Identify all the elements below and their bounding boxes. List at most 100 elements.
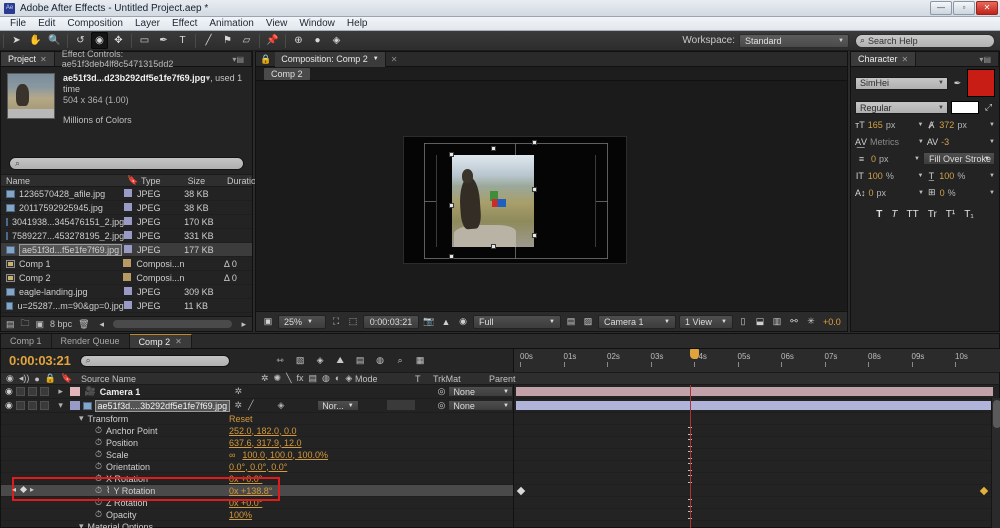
property-track-row[interactable] [514, 413, 1000, 425]
property-name-cell[interactable]: ⏱ Orientation [95, 461, 229, 472]
quality-icon[interactable]: ╱ [248, 400, 253, 411]
chevron-down-icon[interactable]: ▼ [989, 122, 995, 128]
tab-character[interactable]: Character ✕ [851, 52, 917, 66]
file-label-swatch[interactable] [123, 244, 137, 255]
view-layout-select[interactable]: 1 View ▼ [679, 314, 733, 329]
column-duration[interactable]: Duration [222, 176, 261, 186]
effects-icon[interactable]: fx [297, 373, 304, 384]
camera-layer-bar-row[interactable] [514, 385, 1000, 399]
stopwatch-icon[interactable]: ⏱ [95, 449, 102, 460]
column-name[interactable]: Name [1, 176, 122, 186]
timeline-search-input[interactable]: ⌕ [79, 354, 230, 367]
lock-toggle[interactable] [39, 387, 49, 396]
stopwatch-icon[interactable]: ⏱ [95, 485, 102, 496]
project-file-row[interactable]: Comp 1 Composi...n Δ 0 [1, 257, 252, 271]
audio-icon[interactable]: ◂)) [19, 373, 30, 384]
bit-depth-label[interactable]: 8 bpc [50, 319, 72, 329]
property-row[interactable]: ⏱ X Rotation 0x +0.0° [1, 473, 513, 485]
horizontal-scrollbar[interactable] [113, 320, 233, 328]
motion-blur-toggle-icon[interactable]: ◍ [374, 354, 387, 367]
tab-render-queue[interactable]: Render Queue [51, 334, 130, 348]
menu-layer[interactable]: Layer [129, 17, 166, 30]
menu-animation[interactable]: Animation [203, 17, 259, 30]
project-file-row[interactable]: 3041938...345476151_2.jpg JPEG 170 KB [1, 215, 252, 229]
comp-flowchart-icon[interactable]: ⚯ [787, 315, 801, 329]
track-matte-select[interactable] [387, 399, 416, 410]
shy-toggle-icon[interactable]: ✲ [235, 400, 243, 411]
property-name-cell[interactable]: ⏱ Z Rotation [95, 497, 229, 508]
timeline-graph-area[interactable] [513, 385, 1000, 528]
three-d-icon[interactable]: ◈ [345, 373, 352, 384]
small-caps-button[interactable]: Tr [928, 209, 937, 220]
file-name-cell[interactable]: Comp 1 [1, 259, 123, 269]
axis-mode-icon[interactable]: ⊕ [290, 32, 307, 49]
minimize-button[interactable]: — [930, 1, 952, 15]
superscript-button[interactable]: T¹ [946, 209, 955, 220]
property-value-cell[interactable]: 0x +138.8° [229, 486, 272, 496]
property-value-cell[interactable]: Reset [229, 414, 253, 424]
property-value-cell[interactable]: ∞ 100.0, 100.0, 100.0% [229, 450, 328, 460]
selection-handle[interactable] [491, 146, 496, 151]
keyframe-marker[interactable] [516, 486, 526, 496]
faux-italic-button[interactable]: T [891, 209, 897, 220]
eraser-tool-icon[interactable]: ▱ [238, 32, 255, 49]
property-value-cell[interactable]: 100% [229, 510, 252, 520]
leading-field[interactable]: 372 px [939, 120, 986, 130]
world-axis-icon[interactable]: ◈ [328, 32, 345, 49]
file-name-cell[interactable]: 7589227...453278195_2.jpg [1, 231, 124, 241]
menu-window[interactable]: Window [293, 17, 341, 30]
new-folder-icon[interactable]: 🗀 [21, 316, 30, 332]
property-row[interactable]: ⏱ Opacity 100% [1, 509, 513, 521]
composition-viewer[interactable] [256, 81, 847, 310]
eyedropper-icon[interactable]: ✒ [951, 77, 964, 90]
timeline-vertical-scrollbar[interactable] [991, 398, 1000, 528]
brush-tool-icon[interactable]: ╱ [200, 32, 217, 49]
layer-name-camera[interactable]: Camera 1 [100, 387, 141, 397]
collapse-icon[interactable]: ✺ [274, 373, 282, 384]
parent-select-camera[interactable]: None ▼ [448, 386, 513, 397]
timeline-ruler[interactable]: 00s 01s 02s 03s 04s 05s 06s 07s 08s 09s 10s [513, 349, 1000, 372]
property-track-row[interactable] [514, 437, 1000, 449]
column-mode[interactable]: Mode [355, 374, 415, 384]
property-name-cell[interactable]: ▾ Material Options [79, 521, 229, 528]
eye-icon[interactable]: ◉ [5, 386, 13, 397]
column-source-name[interactable]: Source Name [77, 374, 261, 384]
column-parent[interactable]: Parent [489, 374, 549, 384]
selection-handle[interactable] [532, 233, 537, 238]
chevron-down-icon[interactable]: ▼ [918, 173, 924, 179]
selection-handle[interactable] [449, 254, 454, 259]
file-name-cell[interactable]: 20117592925945.jpg [1, 203, 124, 213]
chevron-down-icon[interactable]: ▼ [914, 156, 920, 162]
property-row[interactable]: ▾ Material Options [1, 521, 513, 528]
region-of-interest-toggle-icon[interactable]: ▤ [564, 315, 578, 329]
font-style-select[interactable]: Regular ▼ [855, 101, 948, 114]
auto-keyframe-icon[interactable]: ▦ [414, 354, 427, 367]
frame-blend-icon[interactable]: ▤ [354, 354, 367, 367]
toggle-mask-icon[interactable]: ⬚ [346, 315, 360, 329]
zoom-level-select[interactable]: 25% ▼ [278, 314, 326, 329]
project-search-input[interactable]: ⌕ [9, 157, 244, 170]
blend-mode-select[interactable]: Nor... ▼ [317, 400, 359, 411]
selection-handle[interactable] [532, 140, 537, 145]
panel-menu-icon[interactable]: ▾▤ [979, 55, 991, 64]
value-graph-icon[interactable]: ⌇ [106, 485, 110, 496]
menu-view[interactable]: View [260, 17, 294, 30]
font-family-select[interactable]: SimHei ▼ [855, 76, 948, 90]
close-button[interactable]: ✕ [976, 1, 998, 15]
file-name-cell[interactable]: Comp 2 [1, 273, 123, 283]
property-row[interactable]: ▾ Transform Reset [1, 413, 513, 425]
tab-comp2[interactable]: Comp 2 ✕ [129, 334, 192, 348]
roi-crop-icon[interactable]: ⛶ [329, 315, 343, 329]
project-file-row[interactable]: ae51f3d...f5e1fe7f69.jpg JPEG 177 KB [1, 243, 252, 257]
file-name-cell[interactable]: 3041938...345476151_2.jpg [1, 217, 124, 227]
file-name-cell[interactable]: u=25287...m=90&gp=0.jpg [1, 301, 124, 311]
eye-icon[interactable]: ◉ [6, 373, 14, 384]
property-value-label[interactable]: 100.0, 100.0, 100.0% [242, 450, 328, 460]
timeline-layer-row-camera[interactable]: ◉ ▸ 🎥 Camera 1 ✲ ◎ None ▼ [1, 385, 513, 399]
resolution-select[interactable]: Full ▼ [473, 314, 561, 329]
shy-icon[interactable]: ✲ [261, 373, 269, 384]
expand-triangle-icon[interactable]: ▸ [52, 386, 70, 397]
new-composition-icon[interactable]: ▣ [36, 319, 45, 330]
camera-tool-icon[interactable]: ◉ [91, 32, 108, 49]
property-name-cell[interactable]: ⏱ Opacity [95, 509, 229, 520]
